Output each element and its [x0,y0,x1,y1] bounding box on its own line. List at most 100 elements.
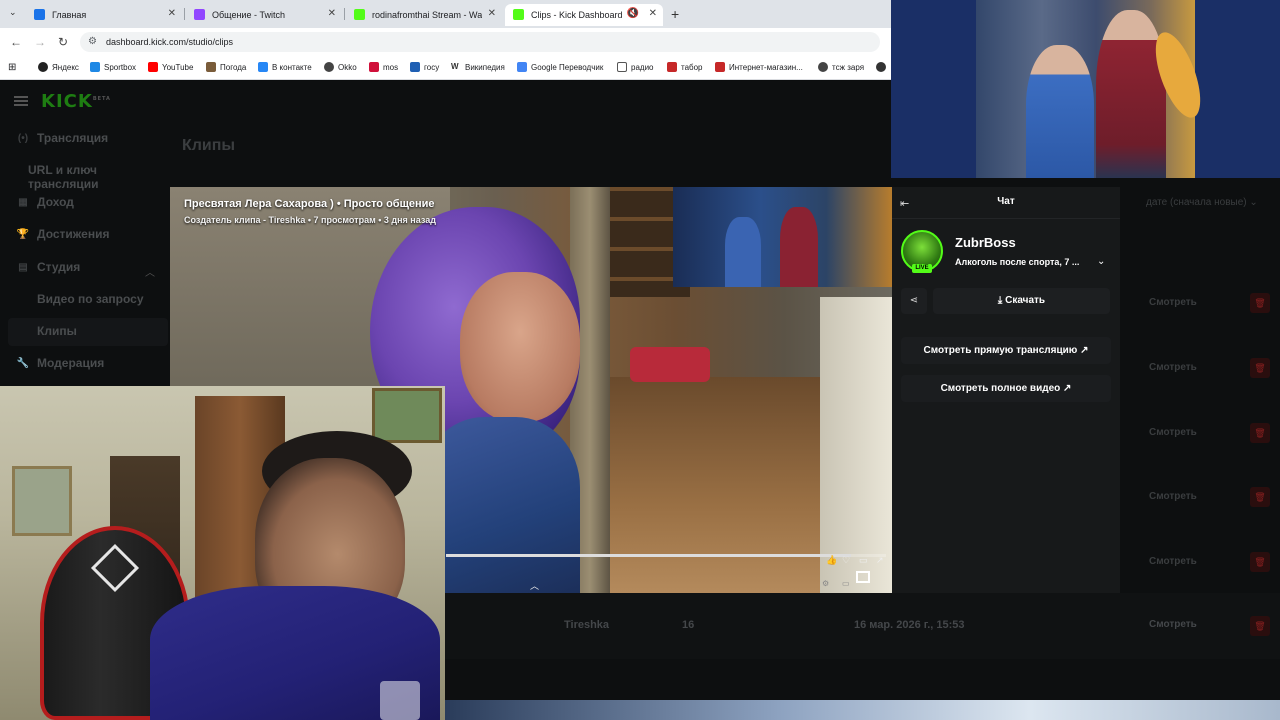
table-row[interactable]: Tireshka 16 16 мар. 2026 г., 15:53 Смотр… [445,593,1280,659]
bookmark-label: радио [631,62,654,72]
watch-button[interactable]: Смотреть [1149,297,1197,308]
tab-home[interactable]: Главная ✕ [26,4,182,26]
yandex-icon [38,62,48,72]
sidebar-item-stream-key[interactable]: URL и ключ трансляции [28,163,170,191]
clip-title: Пресвятая Лера Сахарова ) • Просто общен… [184,198,435,210]
delete-icon[interactable]: 🗑 [1250,552,1270,572]
bookmark-item[interactable]: Sportbox [90,62,136,72]
share-icon[interactable]: ↗ [876,555,884,566]
back-icon[interactable]: ← [10,35,22,49]
okko-icon [324,62,334,72]
overlay-person-blue [1026,45,1094,178]
fullscreen-icon[interactable] [856,571,870,583]
delete-icon[interactable]: 🗑 [1250,358,1270,378]
like-icon[interactable]: 👍 [826,555,837,566]
settings-icon[interactable]: ⚙ [822,579,829,588]
bookmark-item[interactable]: Okko [324,62,357,72]
site-info-icon[interactable]: ⚙ [88,32,97,52]
sidebar: KICKBETA (•) Трансляция URL и ключ трансл… [0,81,170,381]
url-field[interactable]: ⚙ dashboard.kick.com/studio/clips [80,32,880,52]
delete-icon[interactable]: 🗑 [1250,293,1270,313]
reload-icon[interactable]: ↻ [58,35,68,49]
bookmark-item[interactable]: YouTube [148,62,193,72]
sort-select[interactable]: дате (сначала новые) ⌄ [1146,197,1258,208]
apps-icon[interactable]: ⊞ [8,62,16,73]
bookmark-label: табор [681,62,703,72]
sidebar-active-highlight [8,318,168,346]
tab-separator [184,8,185,20]
watch-button[interactable]: Смотреть [1149,619,1197,630]
download-button[interactable]: ⤓ Скачать [933,288,1110,314]
delete-icon[interactable]: 🗑 [1250,487,1270,507]
stream-title: Алкоголь после спорта, 7 ... [955,257,1080,267]
sidebar-item-label: Студия [37,260,81,274]
share-button[interactable]: ⋖ [901,288,927,314]
close-icon[interactable]: ✕ [649,8,657,19]
bookmark-item[interactable] [876,62,890,72]
overlay-video-top-right [891,0,1280,178]
sidebar-item-label: Доход [37,195,74,209]
sidebar-item-moderation[interactable]: 🔧 Модерация [16,356,104,370]
sidebar-item-studio[interactable]: ▤ Студия [16,260,80,274]
kick-icon [513,9,524,20]
watch-full-video-button[interactable]: Смотреть полное видео ↗ [901,375,1111,402]
sidebar-item-clips[interactable]: Клипы [37,324,77,338]
comment-icon[interactable]: ▭ [859,555,868,566]
sidebar-item-label: URL и ключ трансляции [28,163,99,191]
video-person-face [460,272,580,422]
forward-icon[interactable]: → [34,35,46,49]
webcam-glass [380,681,420,720]
bookmark-label: тсж заря [832,62,865,72]
bookmark-item[interactable]: W Википедия [451,62,505,72]
dislike-icon[interactable]: ♡ [842,555,850,566]
chevron-up-icon[interactable]: ︿ [530,579,539,592]
bookmark-item[interactable]: Погода [206,62,246,72]
watch-button[interactable]: Смотреть [1149,362,1197,373]
bookmark-item[interactable]: тсж заря [818,62,864,72]
streamer-name[interactable]: ZubrBoss [955,235,1016,250]
close-icon[interactable]: ✕ [328,8,336,19]
chevron-up-icon[interactable]: ︿ [145,264,155,279]
watch-button[interactable]: Смотреть [1149,427,1197,438]
download-label: Скачать [1005,295,1046,306]
close-icon[interactable]: ✕ [168,8,176,19]
chevron-down-icon[interactable]: ⌄ [1097,256,1105,267]
mute-icon[interactable]: 🔇 [627,8,639,19]
bookmark-item[interactable]: Google Переводчик [517,62,603,72]
video-progress-fill [446,554,851,557]
tab-twitch[interactable]: Общение - Twitch ✕ [186,4,342,26]
watch-button[interactable]: Смотреть [1149,556,1197,567]
delete-icon[interactable]: 🗑 [1250,423,1270,443]
sportbox-icon [90,62,100,72]
new-tab-button[interactable]: + [671,6,679,22]
browser-tab-bar: ⌄ Главная ✕ Общение - Twitch ✕ rodinafro… [0,0,891,28]
tab-kick-dashboard[interactable]: Clips - Kick Dashboard 🔇 ✕ [505,4,663,26]
mos-icon [369,62,379,72]
bookmark-item[interactable]: радио [617,62,653,72]
sidebar-item-vod[interactable]: Видео по запросу [37,292,144,306]
delete-icon[interactable]: 🗑 [1250,616,1270,636]
webcam-overlay [0,386,445,720]
watch-live-button[interactable]: Смотреть прямую трансляцию ↗ [901,337,1111,364]
captions-icon[interactable]: ▭ [842,579,850,588]
bookmark-item[interactable]: Яндекс [38,62,79,72]
close-icon[interactable]: ✕ [488,8,496,19]
external-link-icon: ↗ [1080,345,1089,356]
external-link-icon: ↗ [1063,383,1072,394]
menu-icon[interactable] [14,96,28,106]
watch-button[interactable]: Смотреть [1149,491,1197,502]
sidebar-item-broadcast[interactable]: (•) Трансляция [16,131,108,145]
sidebar-item-revenue[interactable]: ▦ Доход [16,195,74,209]
tab-search-icon[interactable]: ⌄ [9,7,17,18]
tab-kick-stream[interactable]: rodinafromthai Stream - Watch ✕ [346,4,502,26]
sidebar-item-achievements[interactable]: 🏆 Достижения [16,227,110,241]
kick-logo[interactable]: KICKBETA [41,91,111,112]
tab-title: Общение - Twitch [212,10,285,20]
bookmark-item[interactable]: В контакте [258,62,312,72]
bookmark-item[interactable]: госу [410,62,439,72]
video-progress-bar[interactable] [446,554,886,557]
video-inset-person [780,207,818,287]
bookmark-item[interactable]: Интернет-магазин... [715,62,803,72]
bookmark-item[interactable]: табор [667,62,703,72]
bookmark-item[interactable]: mos [369,62,398,72]
